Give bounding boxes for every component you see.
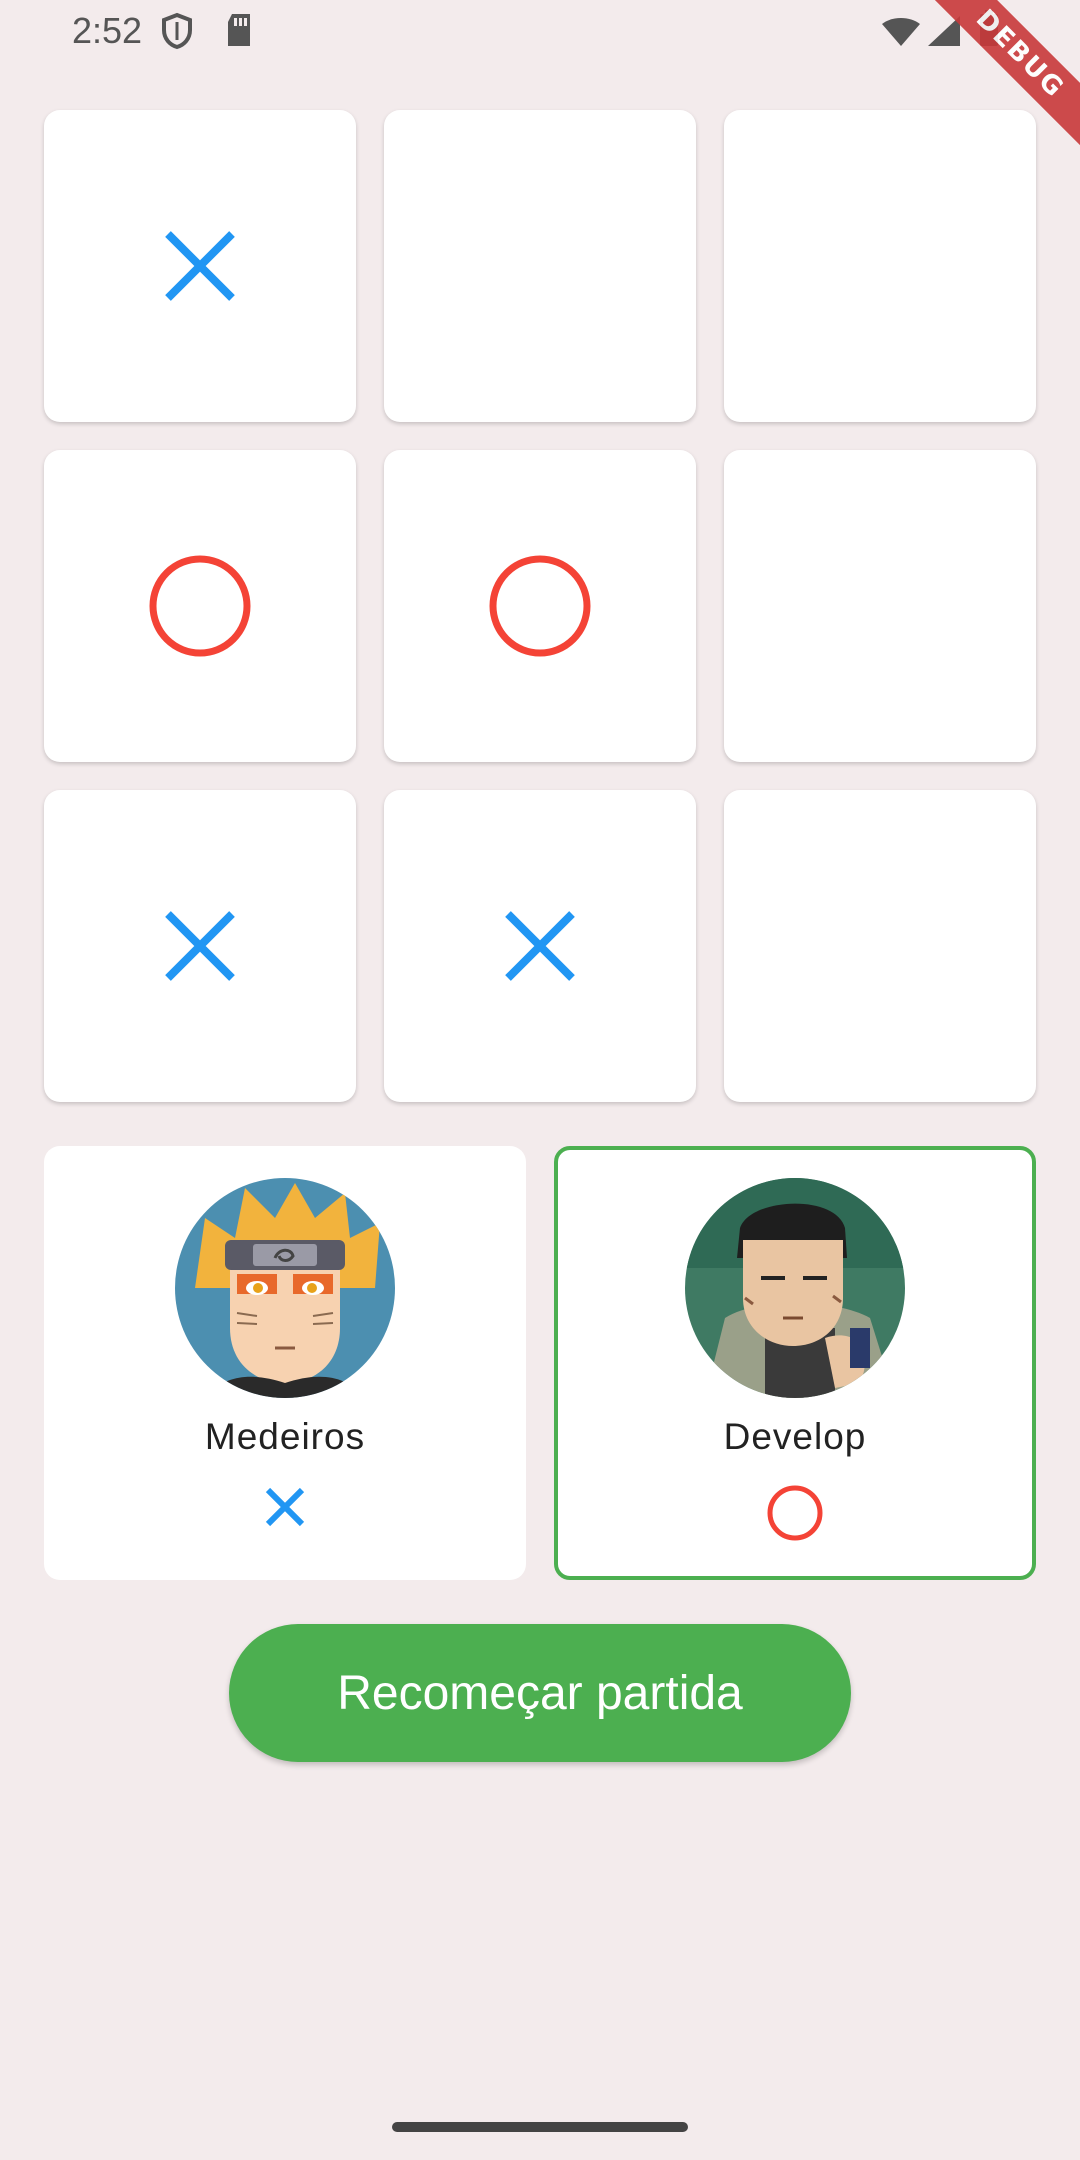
o-mark-icon [487,553,593,659]
x-mark-icon [162,908,238,984]
board-cell-4[interactable] [44,450,356,762]
x-mark-icon [502,908,578,984]
avatar [685,1178,905,1398]
status-bar: 2:52 [0,0,1080,64]
player-card-develop: Develop [554,1146,1036,1580]
o-mark-icon [766,1484,824,1547]
player-name: Develop [723,1416,867,1457]
shield-icon [160,12,194,55]
board-cell-9[interactable] [724,790,1036,1102]
x-mark-icon [162,228,238,304]
avatar [175,1178,395,1398]
home-indicator[interactable] [392,2122,688,2132]
board-cell-7[interactable] [44,790,356,1102]
board-cell-1[interactable] [44,110,356,422]
board-cell-3[interactable] [724,110,1036,422]
o-mark-icon [147,553,253,659]
board-cell-5[interactable] [384,450,696,762]
x-mark-icon [262,1484,308,1535]
wifi-icon [880,16,922,53]
restart-match-button[interactable]: Recomeçar partida [229,1624,851,1762]
players-panel: Medeiros Develop [44,1146,1036,1580]
sd-card-icon [224,12,254,53]
board-cell-8[interactable] [384,790,696,1102]
board-cell-2[interactable] [384,110,696,422]
board-cell-6[interactable] [724,450,1036,762]
game-board [44,110,1036,1102]
player-name: Medeiros [204,1416,366,1457]
status-time: 2:52 [72,10,143,51]
player-card-medeiros: Medeiros [44,1146,526,1580]
